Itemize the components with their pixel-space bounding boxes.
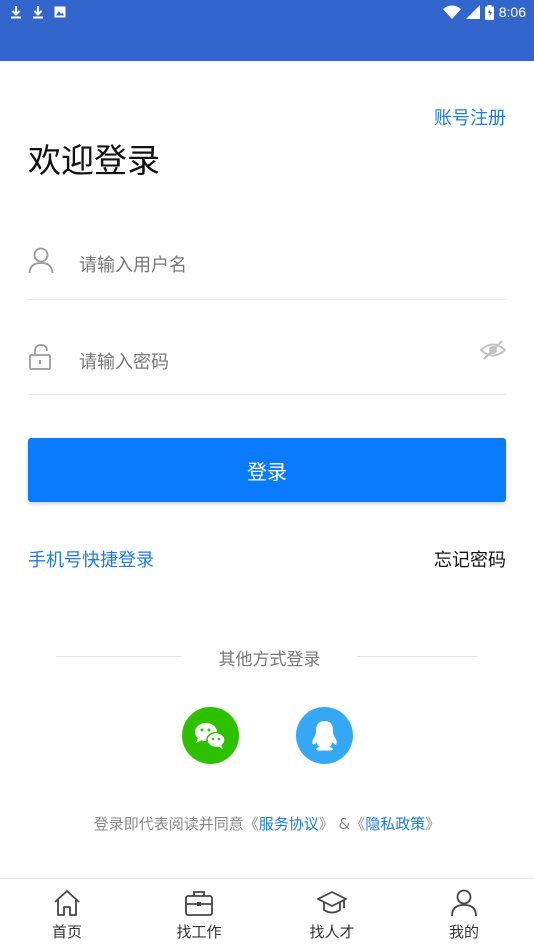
agreement-separator: & (338, 815, 351, 833)
username-input[interactable] (79, 250, 459, 280)
divider-left (56, 656, 182, 657)
login-button[interactable]: 登录 (28, 438, 506, 502)
service-agreement-link[interactable]: 服务协议 (259, 815, 319, 833)
tab-find-job[interactable]: 找工作 (159, 889, 239, 942)
password-field (28, 333, 506, 395)
status-time: 8:06 (498, 4, 526, 20)
qq-icon (312, 721, 337, 751)
lock-icon (29, 344, 51, 370)
status-bar: 8:06 (0, 0, 534, 61)
qq-login-button[interactable] (296, 707, 353, 764)
user-icon (28, 247, 54, 274)
signal-icon (465, 5, 480, 19)
person-icon (451, 889, 477, 917)
close-quote: 》 (318, 815, 334, 833)
image-icon (54, 6, 66, 18)
tab-mine[interactable]: 我的 (424, 889, 504, 942)
phone-login-link[interactable]: 手机号快捷登录 (28, 546, 154, 572)
status-right-icons: 8:06 (442, 2, 526, 22)
tab-label: 首页 (51, 923, 82, 941)
status-left-icons (10, 3, 66, 21)
tab-label: 找工作 (176, 923, 222, 941)
download-icon (11, 6, 21, 19)
divider-right (357, 656, 478, 657)
page-title: 欢迎登录 (28, 141, 160, 180)
tab-label: 找人才 (309, 923, 355, 941)
agreement-text: 登录即代表阅读并同意《服务协议》 &《隐私政策》 (0, 813, 534, 834)
briefcase-icon (185, 891, 213, 916)
tab-find-talent[interactable]: 找人才 (292, 889, 372, 942)
battery-icon (484, 4, 494, 20)
forgot-password-link[interactable]: 忘记密码 (434, 546, 506, 572)
home-icon (54, 890, 80, 916)
privacy-policy-link[interactable]: 隐私政策 (365, 815, 425, 833)
wechat-login-button[interactable] (182, 707, 239, 764)
register-link[interactable]: 账号注册 (434, 104, 506, 130)
eye-hidden-icon[interactable] (480, 337, 506, 363)
other-login-label: 其他方式登录 (218, 650, 321, 670)
close-quote: 》 (425, 815, 441, 833)
tab-label: 我的 (448, 923, 479, 941)
graduation-cap-icon (317, 891, 347, 914)
download-icon (33, 6, 43, 19)
bottom-tab-bar: 首页 找工作 找人才 我的 (0, 878, 534, 950)
wechat-icon (195, 723, 226, 749)
open-quote: 《 (350, 815, 366, 833)
tab-home[interactable]: 首页 (27, 889, 107, 942)
agreement-prefix: 登录即代表阅读并同意 (93, 815, 244, 833)
wifi-icon (442, 5, 461, 19)
password-input[interactable] (79, 347, 459, 377)
open-quote: 《 (243, 815, 259, 833)
username-field (28, 238, 506, 300)
